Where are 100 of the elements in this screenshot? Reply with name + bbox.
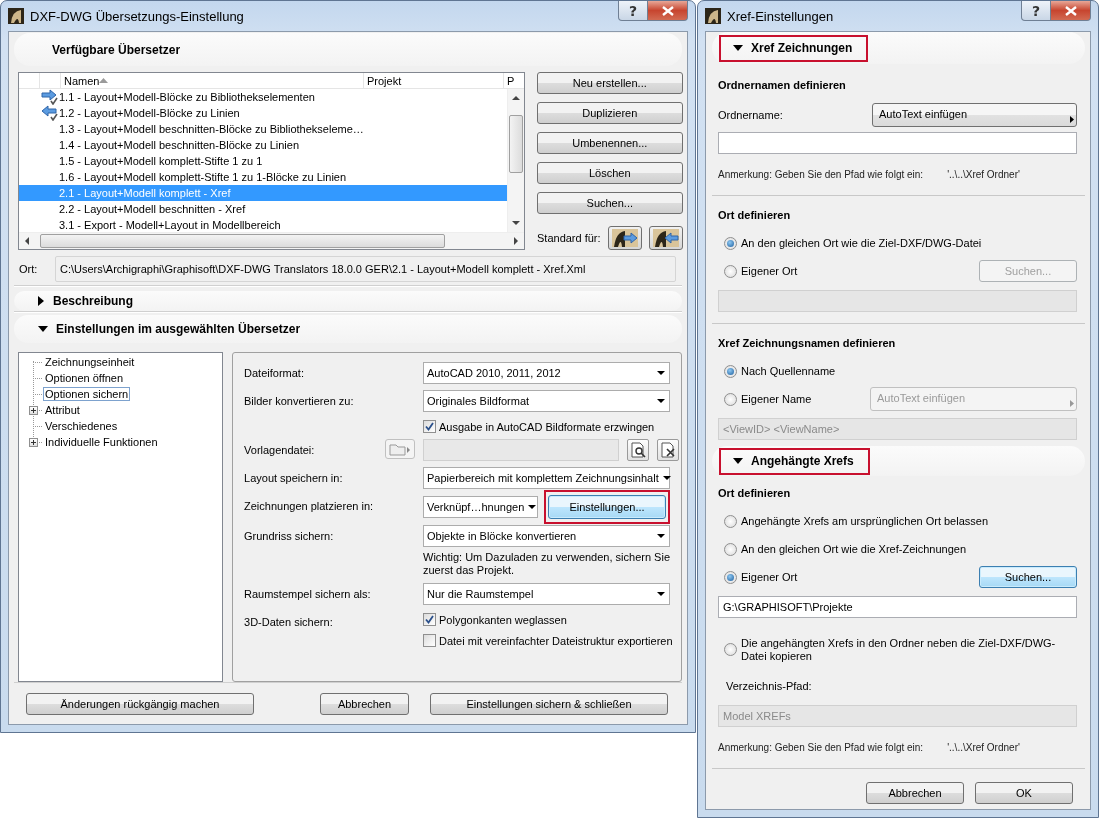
column-header[interactable]: Projekt bbox=[364, 73, 504, 88]
caret-icon bbox=[657, 370, 665, 376]
radio-button[interactable] bbox=[724, 542, 737, 556]
list-row[interactable]: 1.4 - Layout+Modell beschnitten-Blöcke zu Linien bbox=[19, 137, 507, 153]
button[interactable]: Duplizieren bbox=[537, 102, 683, 124]
button[interactable]: Löschen bbox=[537, 162, 683, 184]
dropdown[interactable]: Verknüpf…hnungen bbox=[423, 496, 538, 518]
radio-label: Eigener Ort bbox=[741, 265, 798, 277]
radio-button[interactable] bbox=[724, 392, 737, 406]
note-text: Wichtig: Um Dazuladen zu verwenden, sichern Sie zuerst das Projekt. bbox=[423, 551, 670, 577]
help-button[interactable]: ? bbox=[1021, 1, 1051, 21]
close-button[interactable] bbox=[1051, 1, 1091, 21]
dropdown[interactable]: Nur die Raumstempel bbox=[423, 583, 670, 605]
group-heading: Xref Zeichnungsnamen definieren bbox=[718, 336, 897, 351]
tree-item[interactable]: Optionen öffnen bbox=[43, 371, 126, 385]
checkbox-label: Ausgabe in AutoCAD Bildformate erzwingen bbox=[439, 420, 655, 433]
arrow-right-icon bbox=[1070, 400, 1074, 407]
radio-label: Eigener Name bbox=[741, 393, 812, 405]
field-label: Vorlagendatei: bbox=[244, 443, 316, 458]
list-row[interactable]: 1.2 - Layout+Modell-Blöcke zu Linien bbox=[19, 105, 507, 121]
arrow-right-icon bbox=[1070, 116, 1074, 123]
document-search-icon bbox=[630, 442, 646, 458]
tree-item[interactable]: Optionen sichern bbox=[43, 387, 131, 401]
button[interactable]: OK bbox=[975, 782, 1073, 804]
note-example: '..\..\Xref Ordner' bbox=[947, 168, 1020, 180]
caret-icon bbox=[662, 475, 671, 481]
text-field[interactable]: G:\GRAPHISOFT\Projekte bbox=[718, 596, 1077, 618]
list-row[interactable]: 3.1 - Export - Modell+Layout in Modellbereich bbox=[19, 217, 507, 232]
section-title: Einstellungen im ausgewählten Übersetzer bbox=[56, 322, 301, 336]
list-row[interactable]: 1.6 - Layout+Modell komplett-Stifte 1 zu 1-Blöcke zu Linien bbox=[19, 169, 507, 185]
path-field[interactable]: C:\Users\Archigraphi\Graphisoft\DXF-DWG Translators 18.0.0 GER\2.1 - Layout+Modell komplett - Xref.Xml bbox=[55, 256, 676, 282]
group-heading: Ordnernamen definieren bbox=[718, 78, 847, 93]
translator-list[interactable] bbox=[18, 72, 525, 250]
row-name: 1.3 - Layout+Modell beschnitten-Blöcke zu Bibliothekseleme… bbox=[59, 123, 364, 135]
scrollbar[interactable] bbox=[19, 232, 524, 249]
column-header[interactable]: Namen bbox=[61, 73, 364, 88]
radio-button[interactable] bbox=[724, 236, 737, 250]
expand-icon[interactable] bbox=[29, 406, 38, 415]
field-label: Dateiformat: bbox=[244, 366, 305, 381]
row-name: 1.2 - Layout+Modell-Blöcke zu Linien bbox=[59, 107, 240, 119]
column-header[interactable]: P bbox=[504, 73, 524, 88]
button[interactable]: Abbrechen bbox=[320, 693, 409, 715]
export-default-button[interactable] bbox=[607, 226, 642, 250]
button[interactable]: Einstellungen sichern & schließen bbox=[430, 693, 668, 715]
field-label: Ordnername: bbox=[718, 109, 784, 121]
list-row[interactable]: 1.5 - Layout+Modell komplett-Stifte 1 zu 1 bbox=[19, 153, 507, 169]
button[interactable]: Umbenennen... bbox=[537, 132, 683, 154]
button[interactable]: Neu erstellen... bbox=[537, 72, 683, 94]
dropdown[interactable]: Papierbereich mit komplettem Zeichnungsinhalt bbox=[423, 467, 670, 489]
section-header[interactable]: Beschreibung bbox=[14, 291, 682, 311]
expand-icon[interactable] bbox=[29, 438, 38, 447]
clear-button[interactable] bbox=[657, 439, 679, 461]
radio-button[interactable] bbox=[724, 514, 737, 528]
button[interactable]: Abbrechen bbox=[866, 782, 964, 804]
search-button[interactable]: Suchen... bbox=[979, 566, 1077, 588]
dropdown[interactable]: Objekte in Blöcke konvertieren bbox=[423, 525, 670, 547]
tree-item[interactable]: Individuelle Funktionen bbox=[43, 435, 160, 449]
triangle-down-icon[interactable] bbox=[38, 325, 48, 333]
radio-label: Nach Quellenname bbox=[741, 365, 836, 377]
triangle-down-icon[interactable] bbox=[733, 457, 743, 465]
settings-button[interactable]: Einstellungen... bbox=[548, 495, 666, 519]
dropdown[interactable]: AutoCAD 2010, 2011, 2012 bbox=[423, 362, 670, 384]
app-icon bbox=[8, 8, 24, 24]
row-name: 1.5 - Layout+Modell komplett-Stifte 1 zu 1 bbox=[59, 155, 263, 167]
field-label: Zeichnungen platzieren in: bbox=[244, 499, 375, 514]
tree-item[interactable]: Verschiedenes bbox=[43, 419, 120, 433]
triangle-down-icon[interactable] bbox=[733, 44, 743, 52]
radio-button[interactable] bbox=[724, 364, 737, 378]
radio-button[interactable] bbox=[724, 570, 737, 584]
text-field[interactable] bbox=[718, 132, 1077, 154]
close-button[interactable] bbox=[648, 1, 688, 21]
section-header[interactable]: Einstellungen im ausgewählten Übersetzer bbox=[14, 315, 682, 343]
list-row[interactable]: 1.3 - Layout+Modell beschnitten-Blöcke zu Bibliothekseleme… bbox=[19, 121, 507, 137]
list-row[interactable]: 1.1 - Layout+Modell-Blöcke zu Bibliothekselementen bbox=[19, 89, 507, 105]
note-example: '..\..\Xref Ordner' bbox=[947, 741, 1020, 753]
section-header[interactable]: Xref Zeichnungen bbox=[712, 32, 1085, 64]
field-label: Raumstempel sichern als: bbox=[244, 587, 372, 602]
list-row[interactable]: 2.2 - Layout+Modell beschnitten - Xref bbox=[19, 201, 507, 217]
triangle-right-icon[interactable] bbox=[38, 296, 45, 306]
radio-button[interactable] bbox=[724, 643, 737, 656]
scrollbar[interactable] bbox=[507, 89, 524, 232]
browse-button[interactable] bbox=[627, 439, 649, 461]
row-name: 1.6 - Layout+Modell komplett-Stifte 1 zu 1-Blöcke zu Linien bbox=[59, 171, 347, 183]
radio-label: Eigener Ort bbox=[741, 571, 798, 583]
checkbox[interactable] bbox=[423, 613, 436, 626]
autotext-button[interactable]: AutoText einfügen bbox=[872, 103, 1077, 127]
tree-item[interactable]: Attribut bbox=[43, 403, 82, 417]
import-default-button[interactable] bbox=[648, 226, 683, 250]
dropdown[interactable]: Originales Bildformat bbox=[423, 390, 670, 412]
radio-label: An den gleichen Ort wie die Xref-Zeichnungen bbox=[741, 543, 967, 555]
button[interactable]: Suchen... bbox=[537, 192, 683, 214]
section-header[interactable]: Angehängte Xrefs bbox=[712, 446, 1085, 476]
checkbox[interactable] bbox=[423, 420, 436, 433]
column-label: Projekt bbox=[367, 74, 402, 87]
checkbox[interactable] bbox=[423, 634, 436, 647]
field-label: Layout speichern in: bbox=[244, 471, 344, 486]
help-button[interactable]: ? bbox=[618, 1, 648, 21]
radio-button[interactable] bbox=[724, 264, 737, 278]
tree-item[interactable]: Zeichnungseinheit bbox=[43, 355, 137, 369]
button[interactable]: Änderungen rückgängig machen bbox=[26, 693, 254, 715]
